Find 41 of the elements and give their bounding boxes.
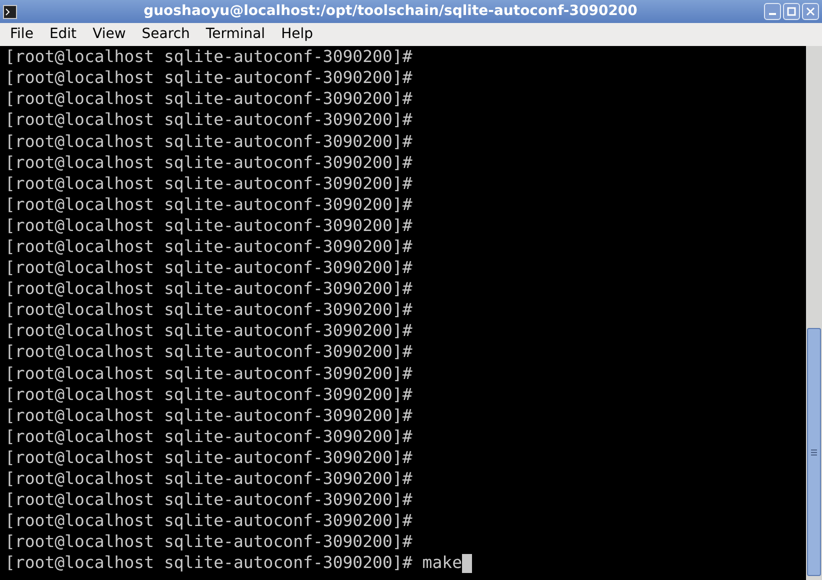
prompt-text: [root@localhost sqlite-autoconf-3090200]# <box>5 67 412 90</box>
menu-item[interactable]: View <box>84 24 134 45</box>
close-button[interactable] <box>802 3 819 20</box>
menu-item[interactable]: Search <box>134 24 198 45</box>
scrollbar-thumb[interactable] <box>807 328 821 576</box>
prompt-text: [root@localhost sqlite-autoconf-3090200]# <box>5 426 412 448</box>
prompt-text: [root@localhost sqlite-autoconf-3090200]# <box>5 257 412 280</box>
menu-item[interactable]: Terminal <box>198 24 274 45</box>
terminal-icon <box>3 4 17 18</box>
window-title: guoshaoyu@localhost:/opt/toolschain/sqlite-autoconf-3090200 <box>144 2 638 21</box>
prompt-text: [root@localhost sqlite-autoconf-3090200]# <box>5 510 412 532</box>
menu-item[interactable]: Help <box>273 24 321 45</box>
prompt-text: [root@localhost sqlite-autoconf-3090200]# <box>5 320 412 342</box>
menu-item[interactable]: Edit <box>41 24 85 45</box>
prompt-text: [root@localhost sqlite-autoconf-3090200]# <box>5 278 412 300</box>
menu-item[interactable]: File <box>2 24 42 45</box>
prompt-text: [root@localhost sqlite-autoconf-3090200]# <box>5 404 412 427</box>
prompt-text: [root@localhost sqlite-autoconf-3090200]# <box>5 194 412 216</box>
prompt-text: [root@localhost sqlite-autoconf-3090200]# <box>5 130 412 153</box>
prompt-text: [root@localhost sqlite-autoconf-3090200]# <box>5 341 412 364</box>
prompt-text: [root@localhost sqlite-autoconf-3090200]# <box>5 299 412 322</box>
prompt-text: [root@localhost sqlite-autoconf-3090200]# <box>5 109 412 132</box>
prompt-text: [root@localhost sqlite-autoconf-3090200]# <box>5 489 412 512</box>
command-text: make <box>422 552 462 574</box>
prompt-text: [root@localhost sqlite-autoconf-3090200]# <box>5 468 412 490</box>
minimize-button[interactable] <box>764 3 781 20</box>
prompt-text: [root@localhost sqlite-autoconf-3090200]# <box>5 46 412 68</box>
prompt-text: [root@localhost sqlite-autoconf-3090200]# <box>5 236 412 258</box>
maximize-icon <box>787 7 796 16</box>
prompt-text: [root@localhost sqlite-autoconf-3090200]# <box>5 172 412 195</box>
prompt-text: [root@localhost sqlite-autoconf-3090200]# <box>5 362 412 385</box>
prompt-text: [root@localhost sqlite-autoconf-3090200]# <box>5 214 412 237</box>
prompt-text: [root@localhost sqlite-autoconf-3090200]# <box>5 552 412 574</box>
grip-icon <box>811 448 817 456</box>
prompt-text: [root@localhost sqlite-autoconf-3090200]# <box>5 88 412 110</box>
prompt-text: [root@localhost sqlite-autoconf-3090200]# <box>5 531 412 554</box>
maximize-button[interactable] <box>783 3 800 20</box>
prompt-text: [root@localhost sqlite-autoconf-3090200]# <box>5 384 412 406</box>
prompt-text: [root@localhost sqlite-autoconf-3090200]# <box>5 446 412 469</box>
close-icon <box>806 7 815 16</box>
prompt-text: [root@localhost sqlite-autoconf-3090200]# <box>5 152 412 174</box>
